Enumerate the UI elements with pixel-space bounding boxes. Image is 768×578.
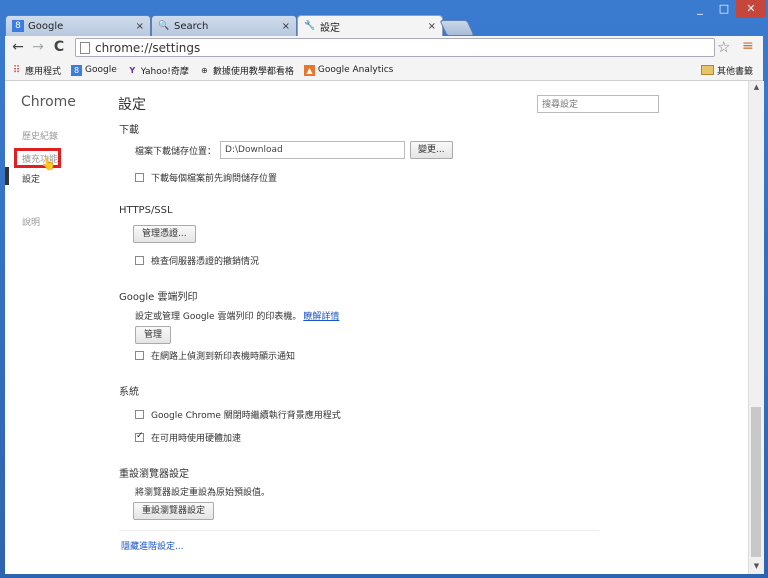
bookmarks-bar: ⠿ 應用程式 8 Google Y Yahoo!奇摩 ⊕ 數據使用教學都看格 ▲… [5, 60, 763, 81]
download-location-row: 檔案下載儲存位置： D:\Download 變更... [135, 141, 453, 159]
new-tab-button[interactable] [439, 20, 475, 36]
system-section-title: 系統 [119, 387, 139, 398]
wrench-icon: 🔧 [304, 21, 316, 31]
bookmark-data-guide[interactable]: ⊕ 數據使用教學都看格 [199, 64, 294, 77]
scrollbar-thumb[interactable] [751, 407, 761, 557]
search-settings-input[interactable] [537, 95, 659, 113]
bookmark-other[interactable]: 其他書籤 [700, 64, 753, 77]
tab-strip: 8 Google × 🔍 Search × 🔧 設定 × _ □ ✕ [0, 0, 768, 36]
learn-more-link[interactable]: 瞭解詳情 [303, 309, 339, 322]
bookmark-analytics[interactable]: ▲ Google Analytics [303, 64, 394, 76]
search-icon: 🔍 [158, 21, 170, 31]
reset-section-title: 重設瀏覽器設定 [119, 469, 189, 480]
back-button[interactable]: ← [10, 39, 26, 55]
bookmark-label: 其他書籤 [716, 66, 753, 77]
background-apps-row[interactable]: Google Chrome 關閉時繼續執行背景應用程式 [135, 408, 341, 421]
printer-notify-row[interactable]: 在網路上偵測到新印表機時顯示通知 [135, 349, 295, 362]
cloud-print-section-title: Google 雲端列印 [119, 292, 198, 303]
page-icon [80, 41, 90, 54]
bookmark-google[interactable]: 8 Google [71, 64, 117, 76]
reset-desc: 將瀏覽器設定重設為原始預設值。 [135, 488, 271, 498]
bookmark-yahoo[interactable]: Y Yahoo!奇摩 [127, 64, 189, 77]
folder-icon [700, 65, 714, 75]
background-apps-label: Google Chrome 關閉時繼續執行背景應用程式 [151, 411, 341, 421]
revocation-row[interactable]: 檢查伺服器憑證的撤銷情況 [135, 254, 259, 267]
revocation-label: 檢查伺服器憑證的撤銷情況 [151, 257, 260, 267]
analytics-icon: ▲ [303, 64, 315, 76]
scroll-up-icon[interactable]: ▲ [749, 83, 764, 91]
bookmark-label: Google [85, 65, 117, 75]
bookmark-label: 數據使用教學都看格 [212, 66, 294, 77]
hw-accel-label: 在可用時使用硬體加速 [151, 434, 242, 444]
minimize-button[interactable]: _ [688, 0, 712, 18]
ask-location-checkbox[interactable] [135, 173, 144, 182]
reload-button[interactable]: C [51, 39, 67, 55]
page-scrollbar[interactable]: ▲ ▼ [748, 81, 764, 574]
divider [119, 530, 599, 531]
bookmark-star-icon[interactable]: ☆ [717, 38, 730, 56]
tab-label: Google [28, 20, 64, 32]
menu-icon[interactable]: ≡ [742, 38, 754, 54]
background-apps-checkbox[interactable] [135, 410, 144, 419]
change-location-button[interactable]: 變更... [410, 141, 453, 159]
ask-location-row[interactable]: 下載每個檔案前先詢問儲存位置 [135, 171, 277, 184]
url-text: chrome://settings [95, 40, 201, 55]
manage-printers-button[interactable]: 管理 [135, 326, 172, 344]
sidebar-item-settings[interactable]: 設定 [22, 172, 40, 185]
page-title: 設定 [118, 97, 146, 113]
tab-label: Search [174, 20, 209, 32]
google-g-icon: 8 [12, 20, 24, 32]
tab-google[interactable]: 8 Google × [5, 15, 151, 36]
hw-accel-checkbox[interactable] [135, 431, 144, 442]
google-g-icon: 8 [71, 64, 83, 76]
yahoo-icon: Y [129, 65, 136, 75]
hide-advanced-link[interactable]: 隱藏進階設定... [121, 539, 184, 552]
bookmark-label: 應用程式 [25, 66, 62, 77]
forward-button[interactable]: → [30, 39, 46, 55]
settings-page: Chrome 歷史紀錄 擴充功能 設定 說明 👆 設定 下載 檔案下載儲存位置：… [5, 81, 748, 574]
tab-label: 設定 [320, 22, 340, 34]
address-bar[interactable]: chrome://settings [75, 38, 715, 57]
manage-certificates-button[interactable]: 管理憑證... [133, 225, 196, 243]
bookmark-apps[interactable]: ⠿ 應用程式 [11, 64, 61, 77]
printer-notify-checkbox[interactable] [135, 351, 144, 360]
active-nav-marker [5, 167, 9, 185]
apps-grid-icon: ⠿ [12, 64, 21, 76]
ask-location-label: 下載每個檔案前先詢問儲存位置 [151, 174, 278, 184]
browser-window: 8 Google × 🔍 Search × 🔧 設定 × _ □ ✕ ← → C… [0, 0, 768, 578]
tab-settings[interactable]: 🔧 設定 × [297, 15, 443, 36]
cloud-print-desc-row: 設定或管理 Google 雲端列印 的印表機。 瞭解詳情 [135, 309, 339, 322]
cloud-print-desc: 設定或管理 Google 雲端列印 的印表機。 [135, 312, 302, 322]
bookmark-label: Google Analytics [317, 65, 394, 75]
reset-desc-row: 將瀏覽器設定重設為原始預設值。 [135, 485, 270, 498]
close-icon[interactable]: × [428, 21, 436, 32]
toolbar: ← → C chrome://settings ☆ ≡ [5, 36, 763, 60]
scroll-down-icon[interactable]: ▼ [749, 562, 764, 570]
sidebar-item-help[interactable]: 說明 [22, 215, 40, 228]
download-location-field[interactable]: D:\Download [220, 141, 406, 159]
globe-icon: ⊕ [201, 65, 208, 75]
sidebar-item-history[interactable]: 歷史紀錄 [22, 129, 58, 142]
maximize-button[interactable]: □ [712, 0, 736, 18]
sidebar-title: Chrome [21, 94, 76, 110]
bookmark-label: Yahoo!奇摩 [140, 66, 189, 77]
reset-browser-button[interactable]: 重設瀏覽器設定 [133, 502, 215, 520]
close-window-button[interactable]: ✕ [736, 0, 766, 18]
download-section-title: 下載 [119, 125, 139, 136]
hw-accel-row[interactable]: 在可用時使用硬體加速 [135, 431, 241, 444]
hand-cursor-icon: 👆 [41, 157, 56, 171]
download-location-label: 檔案下載儲存位置： [135, 146, 217, 157]
revocation-checkbox[interactable] [135, 256, 144, 265]
https-section-title: HTTPS/SSL [119, 205, 173, 216]
printer-notify-label: 在網路上偵測到新印表機時顯示通知 [151, 352, 296, 362]
tab-search[interactable]: 🔍 Search × [151, 15, 297, 36]
close-icon[interactable]: × [282, 21, 290, 32]
close-icon[interactable]: × [136, 21, 144, 32]
